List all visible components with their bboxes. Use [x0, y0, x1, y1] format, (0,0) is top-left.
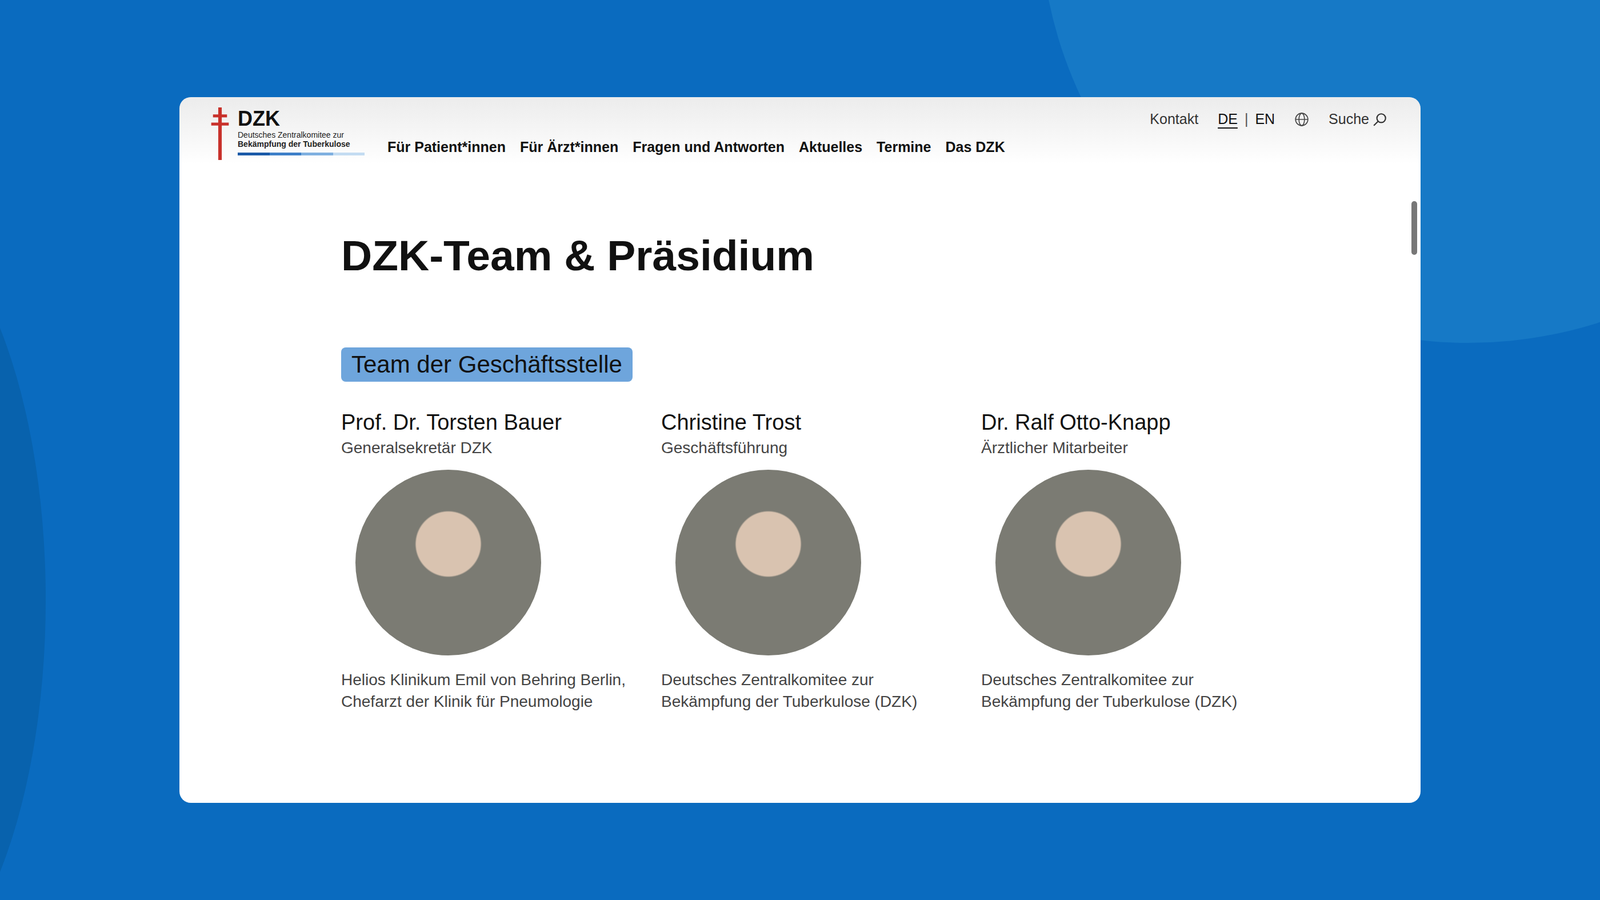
scrollbar-thumb[interactable]	[1411, 201, 1418, 255]
logo-subtitle: Bekämpfung der Tuberkulose	[237, 139, 365, 150]
nav-item[interactable]: Termine	[876, 138, 931, 156]
utility-bar: Kontakt DE | EN Suche	[387, 110, 1388, 128]
member-affiliation: Helios Klinikum Emil von Behring Berlin,…	[341, 669, 639, 713]
page-content: DZK-Team & Präsidium Team der Geschäftsst…	[179, 229, 1421, 713]
search-icon	[1372, 112, 1388, 127]
background-shape	[0, 200, 46, 900]
site-header: DZKDeutsches Zentralkomitee zurBekämpfun…	[179, 97, 1421, 172]
nav-item[interactable]: Für Patient*innen	[387, 138, 506, 156]
section-title: Team der Geschäftsstelle	[341, 347, 633, 382]
member-photo	[995, 469, 1182, 656]
logo-title: DZK	[237, 107, 365, 131]
member-role: Ärztlicher Mitarbeiter	[981, 438, 1279, 458]
team-member-card: Christine TrostGeschäftsführung Deutsches…	[661, 409, 959, 713]
member-photo	[675, 469, 862, 656]
language-separator: |	[1244, 110, 1249, 128]
language-switch: DE | EN	[1217, 110, 1275, 128]
browser-window: DZKDeutsches Zentralkomitee zurBekämpfun…	[179, 97, 1421, 803]
page-background: DZKDeutsches Zentralkomitee zurBekämpfun…	[0, 0, 1600, 900]
nav-item[interactable]: Für Ärzt*innen	[520, 138, 619, 156]
logo-stripe	[237, 152, 365, 156]
nav-item[interactable]: Das DZK	[945, 138, 1006, 156]
member-name: Prof. Dr. Torsten Bauer	[341, 409, 639, 437]
member-role: Geschäftsführung	[661, 438, 959, 458]
page-title: DZK-Team & Präsidium	[341, 229, 1421, 282]
search-button[interactable]: Suche	[1328, 110, 1388, 128]
member-photo	[355, 469, 542, 656]
member-name: Christine Trost	[661, 409, 959, 437]
double-cross-icon	[206, 107, 234, 160]
member-name: Dr. Ralf Otto-Knapp	[981, 409, 1279, 437]
contact-link[interactable]: Kontakt	[1149, 110, 1199, 128]
member-affiliation: Deutsches Zentralkomitee zur Bekämpfung …	[981, 669, 1279, 713]
logo[interactable]: DZKDeutsches Zentralkomitee zurBekämpfun…	[206, 107, 365, 160]
team-member-card: Dr. Ralf Otto-KnappÄrztlicher Mitarbeite…	[981, 409, 1279, 713]
main-nav: Für Patient*innen Für Ärzt*innen Fragen un…	[387, 138, 1388, 156]
member-role: Generalsekretär DZK	[341, 438, 639, 458]
language-option[interactable]: DE	[1217, 110, 1238, 128]
globe-icon[interactable]	[1294, 112, 1310, 127]
nav-item[interactable]: Aktuelles	[798, 138, 863, 156]
team-grid: Prof. Dr. Torsten BauerGeneralsekretär D…	[341, 409, 1421, 713]
language-option[interactable]: EN	[1254, 110, 1275, 128]
member-affiliation: Deutsches Zentralkomitee zur Bekämpfung …	[661, 669, 959, 713]
team-member-card: Prof. Dr. Torsten BauerGeneralsekretär D…	[341, 409, 639, 713]
nav-item[interactable]: Fragen und Antworten	[632, 138, 785, 156]
logo-subtitle: Deutsches Zentralkomitee zur	[237, 130, 365, 140]
